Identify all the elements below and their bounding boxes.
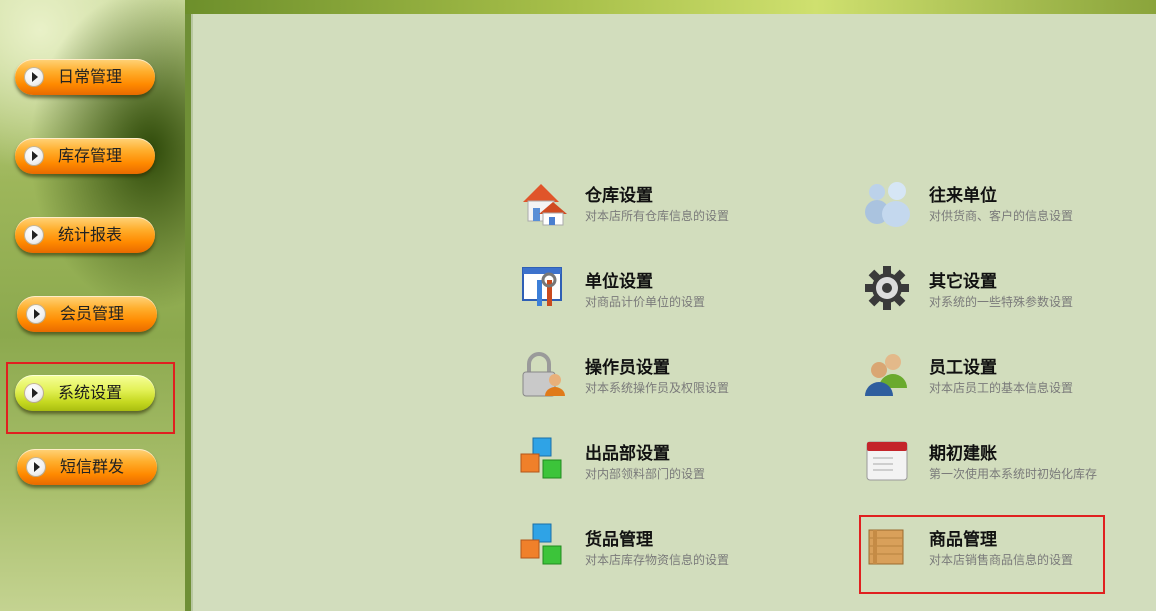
sidebar: 日常管理 库存管理 统计报表 会员管理 系统设置 短信群发 — [0, 0, 185, 611]
item-title: 期初建账 — [929, 444, 997, 464]
item-title: 其它设置 — [929, 272, 997, 292]
item-description: 对本店员工的基本信息设置 — [929, 381, 1074, 395]
menu-item-product-management[interactable]: 商品管理 对本店销售商品信息的设置 — [863, 522, 1103, 578]
item-description: 对商品计价单位的设置 — [585, 295, 706, 309]
item-description: 对本系统操作员及权限设置 — [585, 381, 730, 395]
menu-item-business-contacts[interactable]: 往来单位 对供货商、客户的信息设置 — [863, 178, 1103, 234]
item-title: 商品管理 — [929, 530, 997, 550]
nav-label: 短信群发 — [60, 457, 125, 476]
nav-button-member-management[interactable]: 会员管理 — [17, 296, 157, 332]
item-description: 对系统的一些特殊参数设置 — [929, 295, 1074, 309]
calendar-icon — [866, 441, 908, 481]
menu-item-unit-settings[interactable]: 单位设置 对商品计价单位的设置 — [519, 264, 759, 320]
item-title: 货品管理 — [585, 530, 653, 550]
nav-button-sms-broadcast[interactable]: 短信群发 — [17, 449, 157, 485]
item-description: 对供货商、客户的信息设置 — [929, 209, 1074, 223]
warehouse-house-icon — [523, 184, 567, 226]
tools-window-icon — [522, 267, 562, 306]
menu-item-warehouse-settings[interactable]: 仓库设置 对本店所有仓库信息的设置 — [519, 178, 759, 234]
lock-user-icon — [522, 352, 565, 397]
item-description: 对本店销售商品信息的设置 — [929, 553, 1074, 567]
nav-button-system-settings[interactable]: 系统设置 — [15, 375, 155, 411]
item-title: 单位设置 — [585, 272, 653, 292]
top-bar — [185, 0, 1156, 14]
menu-item-operator-settings[interactable]: 操作员设置 对本系统操作员及权限设置 — [519, 350, 759, 406]
item-description: 对本店库存物资信息的设置 — [585, 553, 730, 567]
item-title: 操作员设置 — [585, 358, 670, 378]
play-icon — [26, 457, 46, 477]
item-title: 出品部设置 — [585, 444, 670, 464]
nav-button-daily-management[interactable]: 日常管理 — [15, 59, 155, 95]
nav-button-inventory-management[interactable]: 库存管理 — [15, 138, 155, 174]
nav-label: 统计报表 — [58, 225, 123, 244]
menu-item-goods-management[interactable]: 货品管理 对本店库存物资信息的设置 — [519, 522, 759, 578]
colored-cubes-icon — [520, 523, 562, 565]
item-title: 往来单位 — [929, 186, 997, 206]
item-title: 员工设置 — [929, 358, 997, 378]
play-icon — [24, 383, 44, 403]
menu-item-other-settings[interactable]: 其它设置 对系统的一些特殊参数设置 — [863, 264, 1103, 320]
colored-cubes-icon — [520, 437, 562, 479]
item-description: 对内部领料部门的设置 — [585, 467, 706, 481]
nav-button-statistics-reports[interactable]: 统计报表 — [15, 217, 155, 253]
play-icon — [24, 146, 44, 166]
play-icon — [24, 225, 44, 245]
nav-label: 会员管理 — [60, 304, 125, 323]
item-description: 对本店所有仓库信息的设置 — [585, 209, 730, 223]
item-description: 第一次使用本系统时初始化库存 — [929, 467, 1098, 481]
item-title: 仓库设置 — [585, 186, 653, 206]
nav-label: 系统设置 — [58, 383, 123, 402]
nav-label: 库存管理 — [58, 146, 123, 165]
nav-label: 日常管理 — [58, 67, 123, 86]
menu-item-employee-settings[interactable]: 员工设置 对本店员工的基本信息设置 — [863, 350, 1103, 406]
menu-item-opening-balance[interactable]: 期初建账 第一次使用本系统时初始化库存 — [863, 436, 1103, 492]
play-icon — [24, 67, 44, 87]
contacts-people-icon — [865, 182, 910, 227]
menu-item-production-dept-settings[interactable]: 出品部设置 对内部领料部门的设置 — [519, 436, 759, 492]
employees-icon — [865, 354, 907, 396]
gear-icon — [865, 266, 909, 310]
play-icon — [26, 304, 46, 324]
wooden-crate-icon — [868, 529, 904, 565]
